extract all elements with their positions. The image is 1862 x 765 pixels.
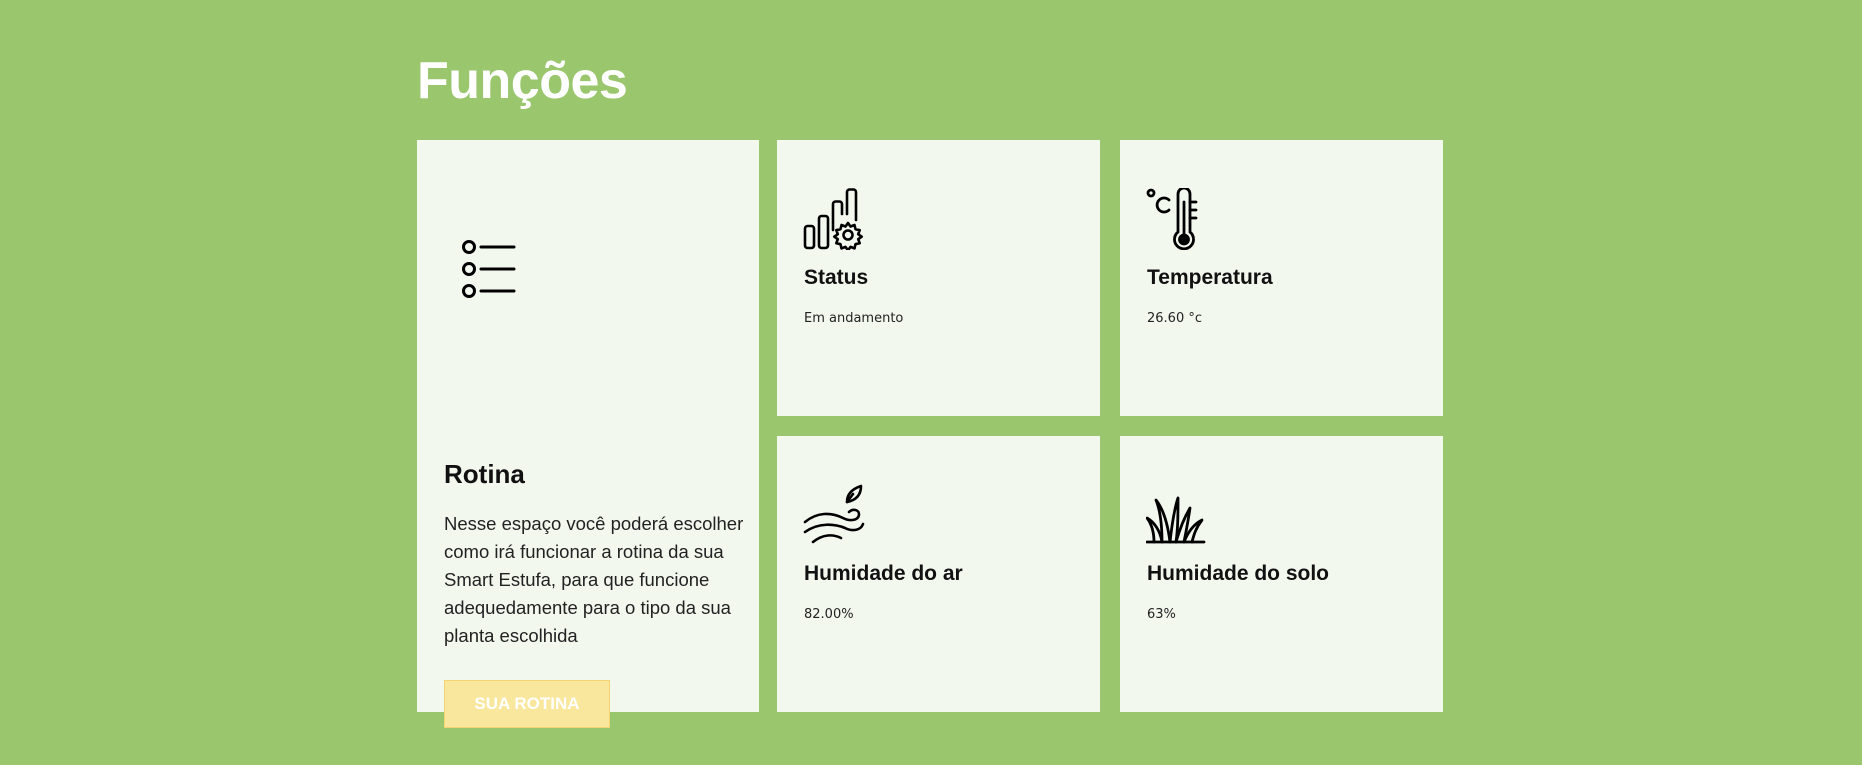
sua-rotina-button[interactable]: SUA ROTINA <box>444 680 610 728</box>
rotina-title: Rotina <box>444 459 525 489</box>
wind-leaf-icon <box>803 484 867 546</box>
grass-icon <box>1146 484 1208 546</box>
page-title: Funções <box>417 52 628 110</box>
thermometer-icon <box>1146 188 1206 250</box>
humidade-ar-value: 82.00% <box>804 607 854 622</box>
temperatura-value: 26.60 °c <box>1147 311 1202 326</box>
rotina-card: Rotina Nesse espaço você poderá escolher… <box>417 140 759 728</box>
temperatura-title: Temperatura <box>1147 266 1273 289</box>
chart-gear-icon <box>803 188 867 250</box>
humidade-solo-value: 63% <box>1147 607 1176 622</box>
status-value: Em andamento <box>804 311 904 326</box>
status-card: Status Em andamento <box>777 140 1100 416</box>
status-title: Status <box>804 266 869 289</box>
list-icon <box>462 240 518 300</box>
humidade-ar-title: Humidade do ar <box>804 562 963 585</box>
humidade-solo-title: Humidade do solo <box>1147 562 1330 585</box>
humidade-ar-card: Humidade do ar 82.00% <box>777 436 1100 712</box>
humidade-solo-card: Humidade do solo 63% <box>1120 436 1443 712</box>
temperatura-card: Temperatura 26.60 °c <box>1120 140 1443 416</box>
rotina-description: Nesse espaço você poderá escolher como i… <box>444 513 744 646</box>
